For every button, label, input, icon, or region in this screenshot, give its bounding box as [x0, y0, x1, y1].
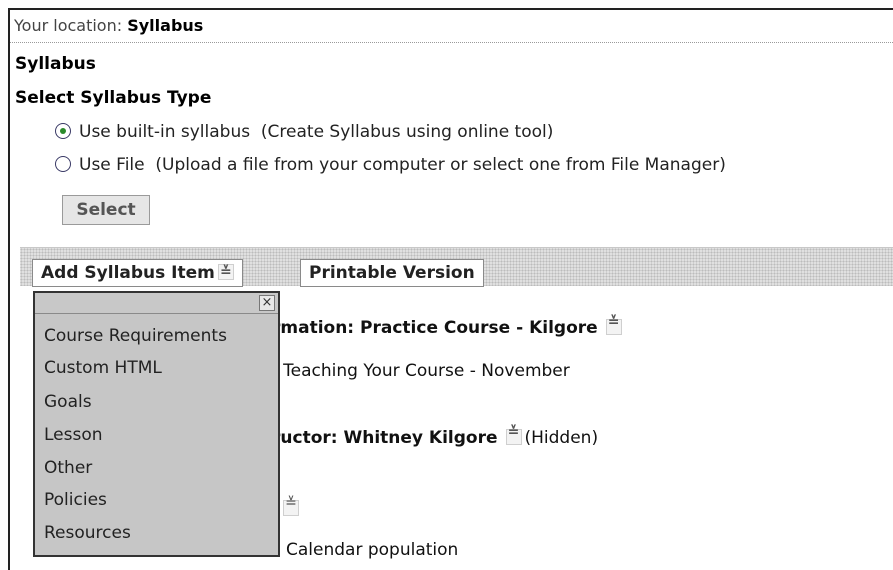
breadcrumb: Your location: Syllabus: [10, 10, 893, 43]
option-file-label: Use File: [79, 155, 145, 175]
close-icon[interactable]: ×: [259, 295, 275, 311]
option-file-desc: (Upload a file from your computer or sel…: [155, 155, 726, 175]
breadcrumb-prefix: Your location:: [14, 16, 123, 35]
item-menu-icon[interactable]: [283, 495, 299, 516]
radio-built-in[interactable]: [55, 123, 71, 139]
dropdown-item-other[interactable]: Other: [44, 458, 92, 478]
dropdown-titlebar: ×: [35, 293, 278, 314]
instructor-menu-icon[interactable]: [505, 424, 522, 445]
printable-version-button[interactable]: Printable Version: [300, 259, 484, 287]
breadcrumb-current: Syllabus: [127, 16, 204, 35]
option-file[interactable]: Use File (Upload a file from your comput…: [55, 155, 726, 175]
option-built-in[interactable]: Use built-in syllabus (Create Syllabus u…: [55, 122, 553, 142]
option-built-in-desc: (Create Syllabus using online tool): [260, 122, 554, 142]
select-button[interactable]: Select: [62, 195, 150, 225]
section-title: Select Syllabus Type: [15, 88, 212, 108]
instructor-text: ructor: Whitney Kilgore: [272, 428, 498, 448]
dropdown-item-resources[interactable]: Resources: [44, 523, 131, 543]
instructor-heading: ructor: Whitney Kilgore (Hidden): [272, 424, 599, 448]
dropdown-item-lesson[interactable]: Lesson: [44, 425, 103, 445]
course-info-heading: rmation: Practice Course - Kilgore: [272, 314, 622, 338]
course-info-menu-icon[interactable]: [605, 314, 622, 335]
add-syllabus-item-button[interactable]: Add Syllabus Item: [32, 259, 243, 287]
option-built-in-label: Use built-in syllabus: [79, 122, 251, 142]
add-syllabus-item-label: Add Syllabus Item: [41, 263, 215, 283]
page-title: Syllabus: [15, 54, 96, 74]
dropdown-item-goals[interactable]: Goals: [44, 392, 92, 412]
syllabus-toolbar: Add Syllabus Item Printable Version: [20, 247, 893, 287]
syllabus-frame: Your location: Syllabus Syllabus Select …: [8, 8, 893, 570]
add-item-dropdown: × Course Requirements Custom HTML Goals …: [33, 291, 280, 557]
dropdown-item-policies[interactable]: Policies: [44, 490, 107, 510]
course-info-subtitle: : Teaching Your Course - November: [272, 361, 570, 381]
radio-file[interactable]: [55, 156, 71, 172]
dropdown-item-course-requirements[interactable]: Course Requirements: [44, 326, 227, 346]
menu-chevron-icon: [217, 259, 234, 285]
partial-text: Calendar population: [286, 540, 459, 560]
hidden-tag: (Hidden): [524, 428, 599, 448]
dropdown-item-custom-html[interactable]: Custom HTML: [44, 358, 162, 378]
course-info-text: rmation: Practice Course - Kilgore: [272, 318, 598, 338]
